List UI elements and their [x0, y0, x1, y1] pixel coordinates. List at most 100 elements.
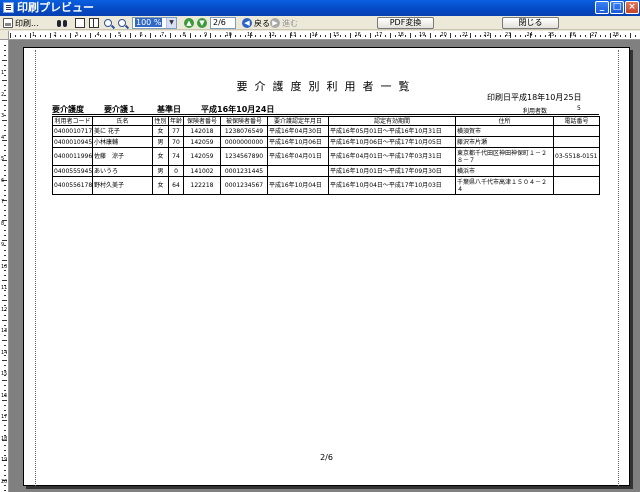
cell: 佐藤 涼子 — [92, 147, 153, 166]
ruler-number: 23 — [505, 32, 512, 38]
ruler-number: 8 — [1, 220, 5, 227]
search-button[interactable] — [57, 17, 67, 29]
ruler-tick — [4, 55, 6, 56]
ruler-number: 17 — [1, 414, 8, 420]
ruler-tick — [4, 150, 6, 151]
ruler-number: 7 — [161, 32, 165, 38]
ruler-tick — [4, 325, 6, 326]
cell: 藤沢市片瀬 — [455, 136, 554, 148]
cell: 03-5518-0151 — [553, 147, 600, 166]
maximize-button[interactable]: □ — [610, 1, 624, 14]
ruler-number: 8 — [182, 32, 186, 38]
ruler-tick — [305, 35, 306, 37]
ruler-tick — [4, 230, 6, 231]
ruler-tick — [4, 65, 6, 66]
ruler-tick — [405, 35, 406, 37]
ruler-tick — [275, 35, 276, 37]
ruler-number: 11 — [1, 285, 8, 291]
ruler-tick — [90, 33, 91, 38]
ruler-tick — [2, 100, 7, 101]
multi-page-button[interactable] — [89, 17, 99, 29]
print-date: 平成18年10月25日 — [511, 93, 582, 102]
ruler-number: 12 — [268, 32, 275, 38]
cell: 平成16年04月01日～平成17年03月31日 — [328, 147, 456, 166]
ruler-number: 27 — [591, 32, 598, 38]
ruler-tick — [105, 35, 106, 37]
prev-page-button[interactable]: ▲ — [184, 17, 194, 29]
ruler-tick — [4, 205, 6, 206]
ruler-tick — [4, 90, 6, 91]
ruler-tick — [4, 135, 6, 136]
app-icon — [3, 2, 14, 13]
table-row: 0400011996 佐藤 涼子 女 74 142059 1234567890 … — [52, 147, 600, 166]
ruler-tick — [4, 245, 6, 246]
toolbar: 印刷... 100 % ▼ ▲ ▼ 2/6 ◀ 戻る ▶ 進む PDF変換 閉じ… — [0, 16, 640, 30]
pdf-convert-button[interactable]: PDF変換 — [377, 17, 434, 29]
ruler-tick — [4, 125, 6, 126]
ruler-tick — [4, 485, 6, 486]
ruler-tick — [410, 33, 411, 38]
page-input[interactable]: 2/6 — [210, 17, 236, 29]
ruler-tick — [2, 320, 7, 321]
ruler-tick — [600, 35, 601, 37]
ruler-number: 2 — [1, 91, 5, 98]
ruler-tick — [30, 33, 31, 38]
ruler-tick — [630, 33, 631, 38]
ruler-tick — [415, 35, 416, 37]
col-valid-period: 認定有効期間 — [328, 116, 456, 126]
minimize-button[interactable]: _ — [595, 1, 609, 14]
cell: 142018 — [183, 125, 221, 137]
ruler-tick — [390, 33, 391, 38]
ruler-number: 12 — [1, 306, 8, 313]
ruler-tick — [535, 35, 536, 37]
zoom-select[interactable]: 100 % ▼ — [132, 17, 177, 29]
ruler-tick — [4, 410, 6, 411]
ruler-tick — [4, 465, 6, 466]
ruler-tick — [2, 280, 7, 281]
ruler-tick — [125, 35, 126, 37]
single-page-button[interactable] — [75, 17, 85, 29]
close-window-button[interactable]: × — [625, 1, 639, 14]
printer-icon — [3, 18, 13, 28]
cell: 0400011996 — [52, 147, 93, 166]
ruler-number: 22 — [483, 32, 490, 38]
ruler-tick — [280, 35, 281, 37]
ruler-number: 28 — [612, 32, 619, 38]
forward-button[interactable]: ▶ 進む — [270, 17, 298, 29]
print-button[interactable]: 印刷... — [3, 17, 39, 29]
cell: 64 — [168, 176, 184, 195]
cell: 千葉県八千代市高津１５０４－２４ — [455, 176, 554, 195]
ruler-tick — [4, 170, 6, 171]
forward-arrow-icon: ▶ — [270, 18, 280, 28]
report-page: 要介護度別利用者一覧 印刷日 平成18年10月25日 要介護度 要介護１ 基準日… — [23, 47, 630, 486]
zoom-out-button[interactable] — [104, 17, 112, 29]
ruler-tick — [610, 33, 611, 38]
ruler-tick — [180, 35, 181, 37]
ruler-tick — [4, 450, 6, 451]
ruler-number: 5 — [118, 32, 122, 38]
ruler-tick — [60, 35, 61, 37]
ruler-number: 5 — [1, 156, 5, 162]
ruler-tick — [585, 35, 586, 37]
cell: 平成16年04月30日 — [267, 125, 329, 137]
ruler-number: 18 — [1, 435, 8, 442]
table-row: 0400556178 野村久美子 女 64 122218 0001234567 … — [52, 176, 600, 195]
col-phone: 電話番号 — [553, 116, 600, 126]
ruler-tick — [4, 155, 6, 156]
cell — [553, 176, 600, 195]
cell: 0400010945 — [52, 136, 93, 148]
back-button[interactable]: ◀ 戻る — [242, 17, 270, 29]
ruler-tick — [555, 35, 556, 37]
ruler-number: 24 — [526, 32, 533, 38]
ruler-tick — [345, 35, 346, 37]
ruler-tick — [4, 430, 6, 431]
ruler-number: 4 — [96, 32, 100, 38]
close-preview-button[interactable]: 閉じる — [502, 17, 559, 29]
ruler-tick — [2, 300, 7, 301]
next-page-button[interactable]: ▼ — [197, 17, 207, 29]
ruler-number: 11 — [247, 32, 254, 38]
ruler-tick — [110, 33, 111, 38]
cell: あいうろ — [92, 165, 153, 177]
zoom-in-button[interactable] — [118, 17, 126, 29]
cell: 平成16年10月04日 — [267, 176, 329, 195]
